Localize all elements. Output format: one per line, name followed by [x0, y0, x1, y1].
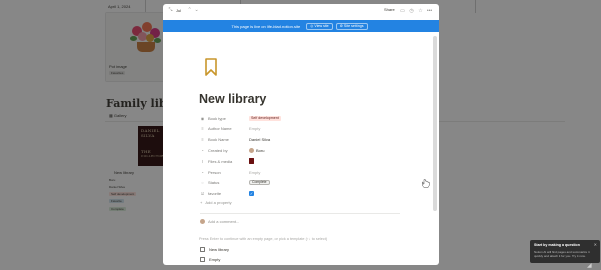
plus-icon: + — [200, 200, 203, 205]
page-icon — [200, 257, 205, 262]
person-icon: ◔ — [201, 147, 204, 153]
prop-favorite[interactable]: ☑ favorite — [200, 189, 221, 197]
person-name: Boru — [256, 147, 265, 153]
page-peek-modal: ⤡ Jul ⌃ ⌄ Share ▭ ◷ ☆ ••• This page is l… — [163, 4, 439, 265]
template-option[interactable]: Empty — [200, 257, 220, 262]
prop-book-type[interactable]: ◉ Book type — [200, 114, 226, 122]
text-icon: ≡ — [201, 125, 204, 131]
paperclip-icon: ⌇ — [201, 158, 204, 164]
modal-toolbar: ⤡ Jul ⌃ ⌄ — [163, 4, 439, 16]
text-icon: ≡ — [201, 136, 204, 142]
toast-title: Start by making a question — [534, 243, 580, 247]
people-icon: ◔ — [201, 169, 204, 175]
prop-value-files-media[interactable] — [249, 157, 254, 165]
file-thumbnail[interactable] — [249, 158, 254, 164]
banner-text: This page is live on life-blad.notion.si… — [231, 23, 301, 29]
prop-person[interactable]: ◔ Person — [200, 168, 220, 176]
site-settings-button[interactable]: ⚙ Site settings — [335, 22, 368, 30]
add-property-label: Add a property — [205, 200, 232, 205]
scrollbar[interactable] — [433, 32, 437, 265]
gear-icon: ⚙ — [339, 24, 343, 28]
template-option-label: Empty — [209, 257, 221, 262]
clock-icon[interactable]: ◷ — [408, 7, 415, 14]
scrollbar-thumb[interactable] — [433, 36, 437, 211]
site-settings-label: Site settings — [343, 24, 364, 28]
breadcrumb[interactable]: Jul — [176, 8, 181, 13]
template-option[interactable]: New library — [200, 247, 229, 252]
ai-toast: Start by making a question Notion AI wil… — [530, 240, 600, 263]
chevron-down-icon[interactable]: ⌄ — [193, 7, 200, 14]
bookmark-icon[interactable] — [205, 58, 217, 76]
comment-icon[interactable]: ▭ — [399, 7, 406, 14]
add-comment-input[interactable]: Add a comment... — [200, 219, 239, 224]
avatar — [200, 219, 205, 224]
status-icon: ◌ — [201, 179, 204, 185]
page-title[interactable]: New library — [199, 92, 266, 106]
prop-value-created-by[interactable]: Boru — [249, 146, 264, 154]
resize-handle-icon[interactable]: ◢ — [587, 262, 592, 269]
mouse-cursor-icon — [422, 179, 430, 188]
prop-value-person[interactable]: Empty — [249, 168, 260, 176]
toast-body: Notion AI will find pages and summarize … — [534, 250, 590, 258]
select-icon: ◉ — [200, 115, 205, 121]
checkbox-prop-icon: ☑ — [200, 190, 205, 196]
prop-files-media[interactable]: ⌇ Files & media — [200, 157, 233, 165]
star-icon[interactable]: ☆ — [417, 7, 424, 14]
prop-value-status[interactable]: Complete — [249, 178, 270, 186]
more-icon[interactable]: ••• — [426, 7, 433, 14]
prop-value-book-type[interactable]: Self development — [249, 114, 281, 122]
favorite-checkbox[interactable]: ✓ — [249, 190, 254, 196]
view-site-label: View site — [314, 24, 329, 28]
prop-value-favorite[interactable]: ✓ — [249, 189, 254, 197]
status-badge[interactable]: Complete — [249, 179, 270, 185]
close-peek-icon[interactable]: ⤡ — [167, 7, 174, 14]
prop-value-book-name[interactable]: Daniel Silva — [249, 135, 270, 143]
prop-created-by[interactable]: ◔ Created by — [200, 146, 227, 154]
page-icon — [200, 247, 205, 252]
close-icon[interactable]: ✕ — [594, 242, 597, 247]
view-site-button[interactable]: ◎ View site — [306, 22, 333, 30]
tag-self-development: Self development — [249, 115, 281, 121]
share-button[interactable]: Share — [384, 7, 395, 12]
prop-value-author-name[interactable]: Empty — [249, 124, 260, 132]
published-banner: This page is live on life-blad.notion.si… — [163, 20, 439, 32]
globe-icon: ◎ — [310, 24, 314, 28]
chevron-up-icon[interactable]: ⌃ — [186, 7, 193, 14]
divider — [200, 213, 400, 214]
avatar — [249, 147, 254, 153]
template-option-label: New library — [209, 247, 230, 252]
template-hint: Press Enter to continue with an empty pa… — [199, 237, 328, 241]
add-comment-label: Add a comment... — [208, 219, 240, 224]
add-property-button[interactable]: + Add a property — [200, 200, 232, 205]
prop-book-name[interactable]: ≡ Book Name — [200, 135, 229, 143]
prop-author-name[interactable]: ≡ Author Name — [200, 124, 231, 132]
prop-status[interactable]: ◌ Status — [200, 178, 219, 186]
